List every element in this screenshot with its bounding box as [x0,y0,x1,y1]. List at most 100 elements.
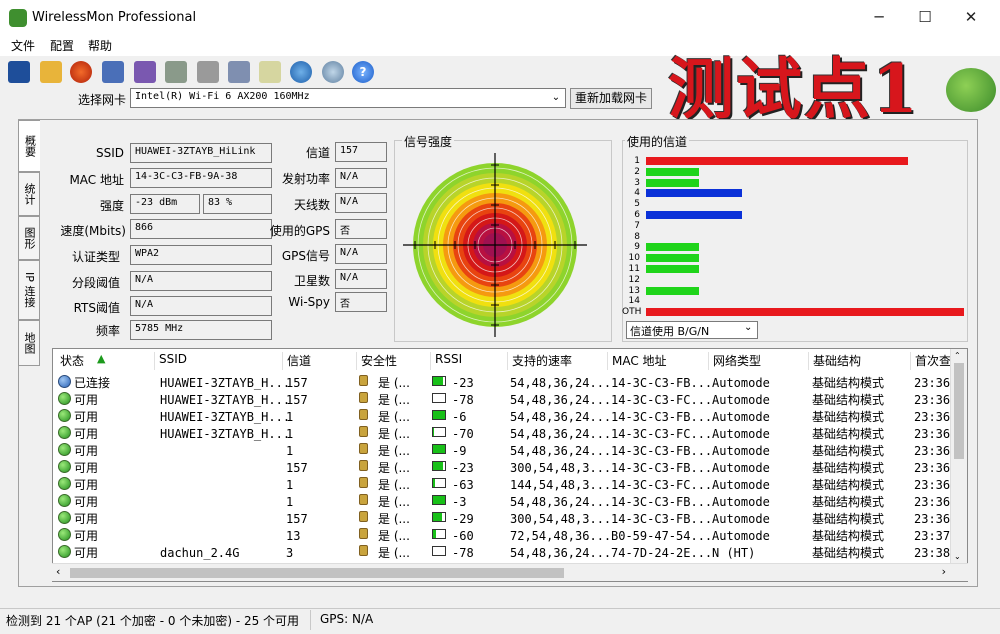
col-mac[interactable]: MAC 地址 [607,352,667,370]
row-rssi: -23 [452,461,474,475]
row-ssid: HUAWEI-3ZTAYB_H... [160,410,291,424]
row-security: 是 (... [378,478,410,492]
channel-bar [646,286,699,295]
row-status: 可用 [74,393,99,407]
export-icon[interactable] [165,61,187,83]
nic-label: 选择网卡 [78,93,127,107]
row-security: 是 (... [378,376,410,390]
network-icon[interactable] [102,61,124,83]
col-rssi[interactable]: RSSI [430,352,462,370]
channel-bar [646,178,699,187]
maximize-button[interactable]: ☐ [902,0,948,34]
connect-icon[interactable] [322,61,344,83]
row-rates: 54,48,36,24... [510,546,612,560]
row-status: 可用 [74,427,99,441]
chevron-down-icon[interactable]: ⌄ [548,89,564,107]
clipboard-icon[interactable] [259,61,281,83]
table-row[interactable]: 可用 HUAWEI-3ZTAYB_H... 1 是 (... -70 54,48,36,2… [56,424,957,441]
col-ssid[interactable]: SSID [154,352,187,370]
row-type: Automode [712,427,770,441]
col-type[interactable]: 网络类型 [708,352,761,370]
row-infra: 基础结构模式 [812,393,885,407]
row-security: 是 (... [378,512,410,526]
row-channel: 157 [286,461,308,475]
globe-icon[interactable] [290,61,312,83]
channel-label: 信道 [305,146,330,160]
freq-label: 频率 [95,324,120,338]
nic-select[interactable]: Intel(R) Wi-Fi 6 AX200 160MHz [130,88,566,108]
tab-summary[interactable]: 概要 [18,120,40,172]
vertical-scrollbar[interactable]: ⌃ ⌄ [950,349,967,563]
close-button[interactable]: ✕ [948,0,994,34]
scroll-up-icon[interactable]: ⌃ [954,351,961,360]
frag-label: 分段阈值 [71,276,120,290]
channel-mode-select[interactable]: 信道使用 B/G/N [626,321,758,339]
scroll-down-icon[interactable]: ⌄ [954,552,961,561]
minimize-button[interactable]: ─ [856,0,902,34]
overlay-title: 测试点1 [668,50,920,128]
row-rates: 144,54,48,3... [510,478,612,492]
table-row[interactable]: 可用 1 是 (... -3 54,48,36,24... 14-3C-C3-FB... A… [56,492,957,509]
table-row[interactable]: 可用 157 是 (... -29 300,54,48,3... 14-3C-C3-FB.… [56,509,957,526]
menu-config[interactable]: 配置 [50,37,74,54]
table-row[interactable]: 可用 dachun_2.4G 3 是 (... -78 54,48,36,24... 74-… [56,543,957,560]
open-folder-icon[interactable] [40,61,62,83]
reload-nic-button[interactable]: 重新加载网卡 [570,88,652,109]
lock-icon [359,375,368,386]
status-dot-icon [58,477,71,490]
channel-label: 12 [628,274,640,285]
frag-field: N/A [130,271,272,291]
row-rssi: -78 [452,546,474,560]
channel-field: 157 [335,142,387,162]
col-first-seen[interactable]: 首次查 [910,352,951,370]
row-status: 已连接 [74,376,111,390]
print-icon[interactable] [197,61,219,83]
col-security[interactable]: 安全性 [356,352,397,370]
table-row[interactable]: 可用 1 是 (... -9 54,48,36,24... 14-3C-C3-FB... A… [56,441,957,458]
tab-stats[interactable]: 统计 [18,172,40,216]
table-row[interactable]: 可用 HUAWEI-3ZTAYB_H... 157 是 (... -78 54,48,36… [56,390,957,407]
chevron-down-icon[interactable]: ⌄ [744,322,752,333]
lock-icon [359,494,368,505]
save-icon[interactable] [8,61,30,83]
use-gps-label: 使用的GPS [269,224,330,238]
row-type: Automode [712,529,770,543]
status-gps: GPS: N/A [320,612,374,626]
row-status: 可用 [74,461,99,475]
status-dot-icon [58,426,71,439]
tab-ip-connect[interactable]: IP 连接 [18,260,40,320]
vertical-scroll-thumb[interactable] [954,363,964,459]
network-alt-icon[interactable] [134,61,156,83]
col-channel[interactable]: 信道 [282,352,311,370]
tab-graph[interactable]: 图形 [18,216,40,260]
satellites-field: N/A [335,269,387,289]
row-security: 是 (... [378,393,410,407]
horizontal-scrollbar[interactable]: ‹ › [52,563,968,581]
table-row[interactable]: 可用 157 是 (... -23 300,54,48,3... 14-3C-C3-FB.… [56,458,957,475]
table-row[interactable]: 可用 HUAWEI-3ZTAYB_H... 1 是 (... -6 54,48,36,24… [56,407,957,424]
rts-label: RTS阈值 [73,301,120,315]
ssid-label: SSID [95,146,124,160]
horizontal-scroll-thumb[interactable] [70,568,564,578]
row-rates: 300,54,48,3... [510,461,612,475]
record-icon[interactable] [70,61,92,83]
help-icon[interactable]: ? [352,61,374,83]
col-status[interactable]: 状态 [56,352,84,370]
menu-help[interactable]: 帮助 [88,37,112,54]
menu-file[interactable]: 文件 [11,37,35,54]
table-row[interactable]: 可用 1 是 (... -63 144,54,48,3... 14-3C-C3-FC...… [56,475,957,492]
channel-bar [646,308,964,317]
scroll-right-icon[interactable]: › [942,565,946,578]
table-row[interactable]: 可用 13 是 (... -60 72,54,48,36... B0-59-47-54..… [56,526,957,543]
scroll-left-icon[interactable]: ‹ [56,565,60,578]
sort-asc-icon[interactable]: ▲ [97,352,105,365]
row-infra: 基础结构模式 [812,512,885,526]
row-type: Automode [712,393,770,407]
tab-map[interactable]: 地图 [18,320,40,366]
auth-label: 认证类型 [71,250,120,264]
status-dot-icon [58,443,71,456]
settings-icon[interactable] [228,61,250,83]
col-rates[interactable]: 支持的速率 [507,352,572,370]
col-infra[interactable]: 基础结构 [808,352,861,370]
table-row[interactable]: 已连接 HUAWEI-3ZTAYB_H... 157 是 (... -23 54,48,3… [56,373,957,390]
